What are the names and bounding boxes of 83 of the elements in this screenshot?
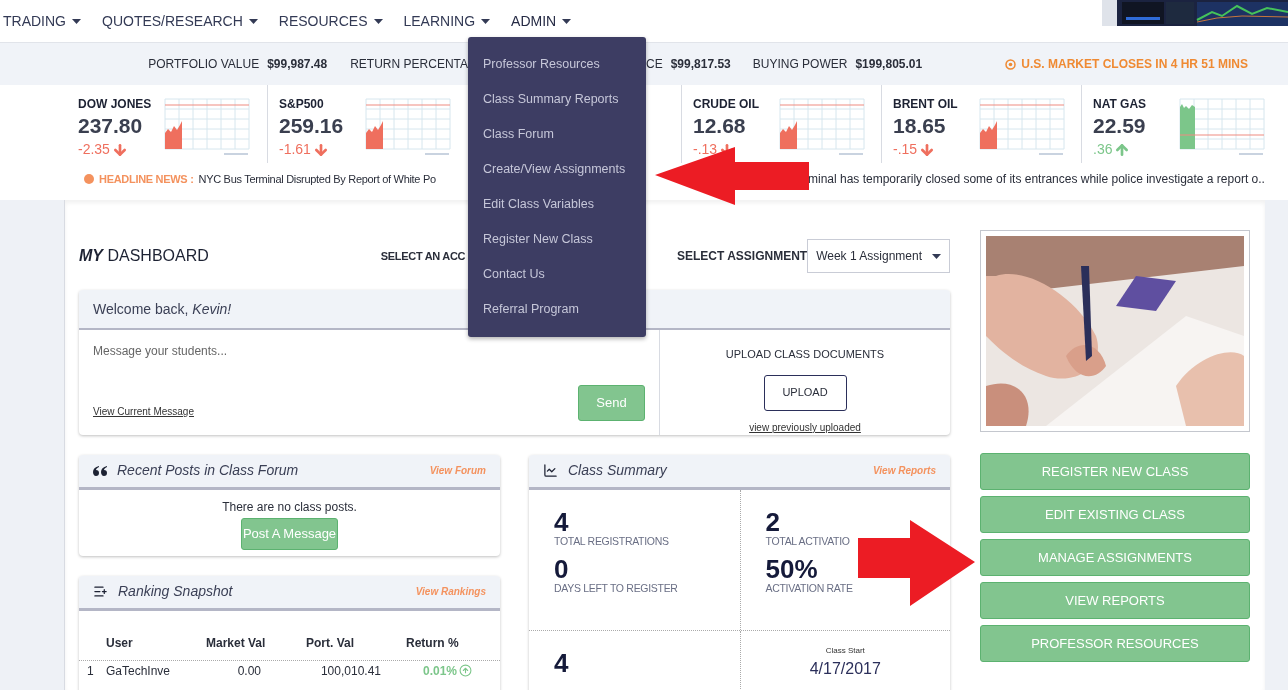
stat-value: $199,805.01: [855, 56, 923, 73]
caret-icon: [248, 18, 258, 24]
chart-line-icon: [543, 463, 558, 478]
stat-number: 4: [554, 509, 570, 534]
stat-label: RETURN PERCENTA: [350, 56, 468, 73]
quote-icon: [93, 465, 107, 476]
menu-item[interactable]: Professor Resources: [468, 47, 646, 82]
message-field[interactable]: Message your students...: [93, 342, 645, 382]
stat-number: 0: [554, 557, 569, 582]
upload-button[interactable]: UPLOAD: [763, 374, 847, 411]
stat-label: CE: [646, 56, 663, 73]
nav-item[interactable]: TRADING: [3, 10, 81, 32]
headline-label: HEADLINE NEWS :: [99, 171, 194, 187]
headline-text: NYC Bus Terminal Disrupted By Report of White Po: [198, 171, 436, 187]
stat-number: 2: [765, 509, 781, 534]
stat-value: $99,817.53: [670, 56, 731, 73]
target-icon: [1005, 58, 1017, 70]
stat-label: PORTFOLIO VALUE: [148, 56, 260, 73]
ticker-change: -2.35: [78, 140, 110, 159]
nav-item[interactable]: LEARNING: [403, 10, 491, 32]
menu-item[interactable]: Contact Us: [468, 257, 646, 292]
market-notice: U.S. MARKET CLOSES IN 4 HR 51 MINS: [1021, 56, 1248, 73]
caret-icon: [373, 18, 383, 24]
table-cell-text: 100,010.41: [319, 662, 381, 680]
uploaded-link[interactable]: view previously uploaded: [749, 419, 861, 435]
view-message-link[interactable]: View Current Message: [93, 403, 194, 419]
select-label: SELECT ASSIGNMENT: [676, 248, 808, 265]
column-header: Port. Val: [306, 634, 356, 652]
card-title: Ranking Snapshot: [118, 582, 233, 601]
caret-icon: [72, 18, 81, 24]
select-label: SELECT AN ACC: [380, 248, 467, 264]
welcome-text: Welcome back, Kevin!: [93, 299, 232, 319]
menu-item[interactable]: Class Forum: [468, 117, 646, 152]
table-cell-text: GaTechInve: [106, 662, 172, 680]
menu-item[interactable]: Referral Program: [468, 292, 646, 327]
table-cell-text: 0.00: [236, 662, 261, 680]
column-header: Market Val: [206, 634, 267, 652]
ticker-change: .36: [1093, 140, 1113, 159]
ticker-name: CRUDE OIL: [693, 96, 760, 113]
caret-icon: [481, 18, 491, 24]
stat-caption: TOTAL REGISTRATIONS: [554, 533, 670, 549]
assignment-dropdown[interactable]: Week 1 Assignment: [807, 239, 950, 273]
card-title: Recent Posts in Class Forum: [117, 461, 299, 480]
column-header: User: [106, 634, 134, 652]
stat-number: 4: [554, 650, 570, 675]
stat-value: $99,987.48: [267, 56, 328, 73]
stat-caption: ACTIVATION RATE: [765, 581, 854, 597]
card-title: Class Summary: [568, 461, 667, 480]
dashboard-title: MY DASHBOARD: [79, 246, 210, 266]
stat-label: BUYING POWER: [752, 56, 848, 73]
stat-number: 50%: [765, 557, 818, 582]
menu-item[interactable]: Edit Class Variables: [468, 187, 646, 222]
headline-text: minal has temporarily closed some of its entrances while police investigate a report o..: [808, 171, 1265, 188]
list-plus-icon: [93, 584, 108, 599]
menu-item[interactable]: Create/View Assignments: [468, 152, 646, 187]
menu-item[interactable]: Register New Class: [468, 222, 646, 257]
nav-item[interactable]: QUOTES/RESEARCH: [102, 10, 258, 32]
stat-number: 4/17/2017: [809, 658, 881, 679]
ticker-value: 22.59: [1093, 113, 1147, 139]
ticker-value: 259.16: [279, 113, 345, 139]
upload-title: UPLOAD CLASS DOCUMENTS: [725, 347, 885, 362]
nav-item[interactable]: ADMIN: [511, 10, 572, 32]
ticker-name: S&P500: [279, 96, 325, 113]
nav-item[interactable]: RESOURCES: [278, 10, 383, 32]
caret-icon: [932, 253, 941, 259]
ticker-value: 12.68: [693, 113, 747, 139]
caret-icon: [562, 18, 572, 24]
table-cell-text: 1: [87, 662, 95, 680]
ticker-change: -.15: [893, 140, 918, 159]
table-cell-text: 0.01%: [421, 662, 457, 680]
menu-item[interactable]: Class Summary Reports: [468, 82, 646, 117]
ticker-change: -.13: [693, 140, 718, 159]
ticker-value: 18.65: [893, 113, 947, 139]
ticker-name: NAT GAS: [1093, 96, 1148, 113]
ticker-change: -1.61: [279, 140, 311, 159]
ticker-name: BRENT OIL: [893, 96, 959, 113]
stat-caption: TOTAL ACTIVATIO: [765, 533, 851, 549]
ticker-value: 237.80: [78, 113, 144, 139]
stat-caption: DAYS LEFT TO REGISTER: [554, 581, 679, 597]
empty-text: There are no class posts.: [222, 498, 357, 516]
stat-caption: Class Start: [825, 644, 865, 657]
column-header: Return %: [406, 634, 459, 652]
ticker-name: DOW JONES: [78, 96, 153, 113]
